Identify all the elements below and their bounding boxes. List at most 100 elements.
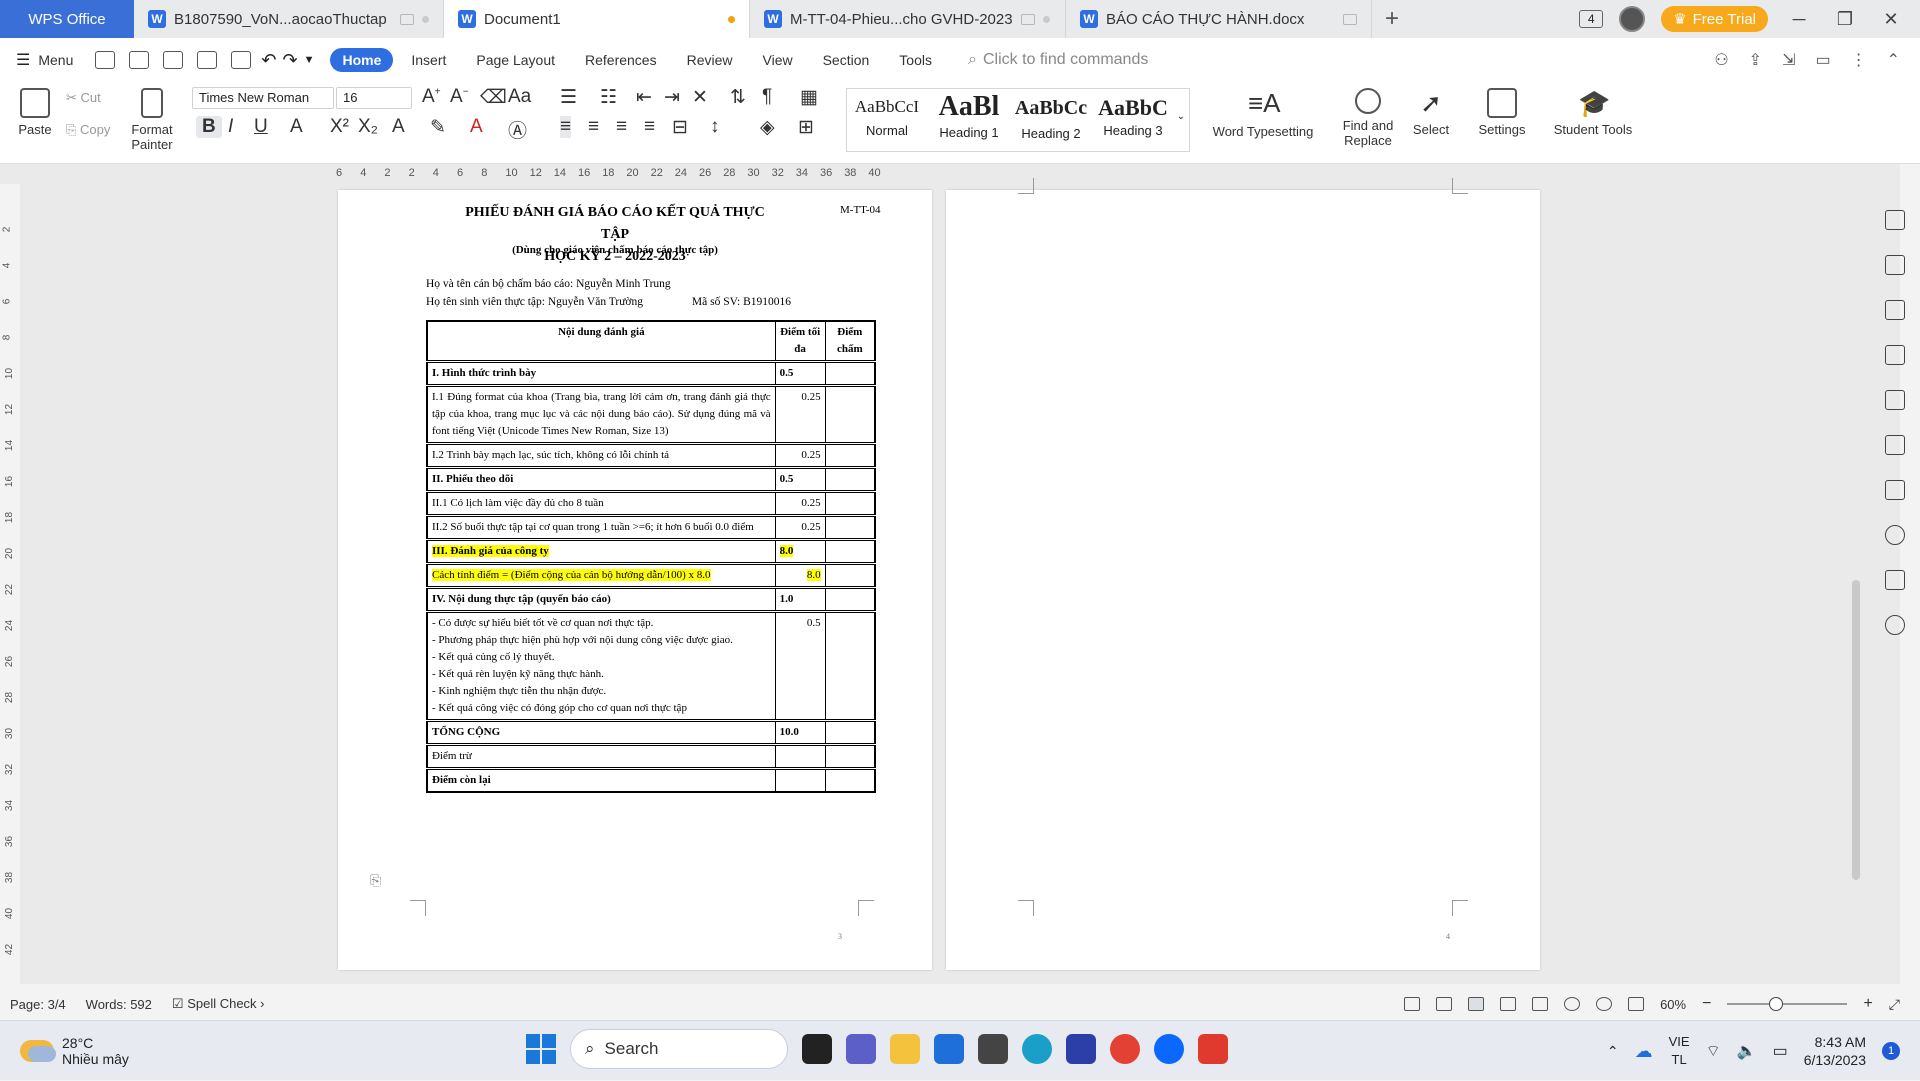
doc-tab-1[interactable]: W B1807590_VoN...aocaoThuctap bbox=[134, 0, 444, 38]
file-explorer-icon[interactable] bbox=[890, 1034, 920, 1064]
word-count[interactable]: Words: 592 bbox=[86, 997, 152, 1012]
char-border-icon[interactable]: Ⓐ bbox=[508, 116, 527, 143]
app-cube-icon[interactable] bbox=[978, 1034, 1008, 1064]
minimize-icon[interactable]: ─ bbox=[1784, 9, 1814, 30]
windows-start-icon[interactable] bbox=[526, 1034, 556, 1064]
tab-review[interactable]: Review bbox=[675, 48, 745, 72]
table-options-icon[interactable]: ⎘ bbox=[370, 874, 381, 890]
comment-icon[interactable]: ▭ bbox=[1815, 50, 1830, 70]
print-icon[interactable] bbox=[197, 51, 218, 69]
print-preview-icon[interactable] bbox=[231, 51, 252, 69]
superscript-icon[interactable]: X² bbox=[330, 116, 349, 138]
text-effect-icon[interactable]: A bbox=[392, 116, 405, 138]
chevron-up-icon[interactable]: ⌃ bbox=[1607, 1043, 1619, 1060]
tab-page-layout[interactable]: Page Layout bbox=[464, 48, 567, 72]
zoom-out-icon[interactable]: − bbox=[1702, 995, 1711, 1013]
math-app-icon[interactable] bbox=[1066, 1034, 1096, 1064]
notification-badge[interactable]: 1 bbox=[1882, 1042, 1900, 1060]
highlight-icon[interactable]: ✎ bbox=[430, 116, 446, 139]
layout-icon[interactable] bbox=[1404, 997, 1421, 1011]
shrink-font-icon[interactable]: A− bbox=[450, 86, 469, 108]
cut-button[interactable]: ✂ Cut bbox=[66, 90, 101, 106]
zoom-slider[interactable] bbox=[1727, 997, 1848, 1011]
clock[interactable]: 8:43 AM 6/13/2023 bbox=[1804, 1033, 1866, 1069]
numbering-icon[interactable]: ☷ bbox=[600, 86, 617, 109]
vertical-ruler[interactable]: 2 4 6 8 10 12 14 16 18 20 22 24 26 28 30 32 34 36 38 40 42 bbox=[0, 184, 20, 984]
student-tools-button[interactable]: 🎓 Student Tools bbox=[1548, 88, 1638, 137]
row-score[interactable] bbox=[824, 466, 876, 492]
chrome-icon[interactable] bbox=[1110, 1034, 1140, 1064]
deduct-score[interactable] bbox=[824, 743, 876, 769]
window-count-badge[interactable]: 4 bbox=[1579, 10, 1604, 28]
zoom-slider-knob[interactable] bbox=[1769, 997, 1784, 1011]
font-name-select[interactable]: Times New Roman bbox=[192, 87, 334, 109]
align-left-icon[interactable]: ≡ bbox=[560, 116, 572, 138]
sort-icon[interactable]: ⇅ bbox=[730, 86, 746, 109]
tab-references[interactable]: References bbox=[573, 48, 669, 72]
cursor-icon[interactable] bbox=[1885, 255, 1905, 275]
export-pdf-icon[interactable] bbox=[1436, 997, 1453, 1011]
change-case-icon[interactable]: Aa bbox=[508, 86, 531, 108]
paste-button[interactable]: Paste bbox=[10, 88, 60, 137]
style-normal[interactable]: AaBbCcI Normal bbox=[847, 89, 927, 151]
open-folder-icon[interactable] bbox=[95, 51, 116, 69]
select-button[interactable]: ➚ Select bbox=[1406, 88, 1456, 137]
history-icon[interactable] bbox=[1885, 525, 1905, 545]
italic-button[interactable]: I bbox=[228, 116, 233, 138]
menu-button[interactable]: Menu bbox=[36, 48, 85, 72]
microsoft-store-icon[interactable] bbox=[934, 1034, 964, 1064]
share-icon[interactable]: ⇪ bbox=[1749, 50, 1762, 70]
font-size-select[interactable]: 16 bbox=[336, 87, 412, 109]
line-spacing-icon[interactable]: ↕ bbox=[710, 116, 720, 138]
page-indicator[interactable]: Page: 3/4 bbox=[10, 997, 66, 1012]
decrease-indent-icon[interactable]: ⇤ bbox=[636, 86, 652, 109]
collapse-ribbon-icon[interactable]: ⌃ bbox=[1887, 50, 1900, 70]
undo-icon[interactable]: ↶ bbox=[261, 50, 276, 71]
volume-icon[interactable]: 🔈 bbox=[1737, 1041, 1757, 1061]
collaborate-icon[interactable]: ⚇ bbox=[1714, 50, 1728, 70]
wifi-icon[interactable]: ⌔ bbox=[1706, 1041, 1721, 1061]
format-painter-button[interactable]: Format Painter bbox=[124, 88, 180, 152]
vertical-scrollbar[interactable] bbox=[1850, 200, 1862, 980]
borders-icon[interactable]: ⊞ bbox=[798, 116, 814, 139]
row-score[interactable] bbox=[824, 586, 876, 612]
more-options-icon[interactable]: ⇲ bbox=[1782, 50, 1795, 70]
row-score[interactable] bbox=[824, 562, 876, 588]
grow-font-icon[interactable]: A+ bbox=[422, 86, 441, 108]
horizontal-ruler[interactable]: 6 4 2 2 4 6 8 10 12 14 16 18 20 22 24 26 28 30 32 34 36 38 40 bbox=[336, 164, 936, 184]
tab-home[interactable]: Home bbox=[330, 48, 394, 72]
export-icon[interactable] bbox=[163, 51, 184, 69]
onedrive-cloud-icon[interactable]: ☁ bbox=[1635, 1041, 1653, 1062]
document-page-4[interactable]: 4 bbox=[946, 178, 1540, 970]
restore-icon[interactable]: ❐ bbox=[1830, 9, 1860, 30]
row-score[interactable] bbox=[824, 538, 876, 564]
underline-button[interactable]: U bbox=[254, 116, 268, 138]
fullscreen-icon[interactable]: ⤢ bbox=[1889, 996, 1900, 1013]
remaining-score[interactable] bbox=[824, 767, 876, 793]
zoom-in-icon[interactable]: + bbox=[1863, 995, 1872, 1013]
chevron-down-icon[interactable]: ▼ bbox=[304, 54, 315, 66]
avatar[interactable] bbox=[1619, 6, 1646, 32]
list-icon[interactable] bbox=[1885, 570, 1905, 590]
document-page-3[interactable]: PHIẾU ĐÁNH GIÁ BÁO CÁO KẾT QUẢ THỰC TẬP … bbox=[338, 190, 932, 970]
kebab-menu-icon[interactable]: ⋮ bbox=[1851, 50, 1867, 70]
eraser-icon[interactable]: ⌫ bbox=[480, 86, 507, 109]
word-typesetting-button[interactable]: ≡A Word Typesetting bbox=[1206, 88, 1320, 139]
row-score[interactable] bbox=[824, 610, 876, 721]
hamburger-icon[interactable]: ☰ bbox=[16, 50, 30, 70]
zoom-level[interactable]: 60% bbox=[1660, 997, 1686, 1012]
taskbar-search[interactable]: ⌕ Search bbox=[570, 1029, 788, 1069]
align-center-icon[interactable]: ≡ bbox=[588, 116, 599, 138]
pen-icon[interactable] bbox=[1885, 210, 1905, 230]
tab-view[interactable]: View bbox=[751, 48, 805, 72]
code-icon[interactable] bbox=[1885, 435, 1905, 455]
battery-icon[interactable]: ▭ bbox=[1773, 1041, 1788, 1061]
bold-button[interactable]: B bbox=[196, 116, 222, 138]
justify-icon[interactable]: ≡ bbox=[644, 116, 655, 138]
doc-tab-3[interactable]: W M-TT-04-Phieu...cho GVHD-2023 bbox=[750, 0, 1066, 38]
zalo-icon[interactable] bbox=[1154, 1034, 1184, 1064]
sliders-icon[interactable] bbox=[1885, 480, 1905, 500]
total-score[interactable] bbox=[824, 719, 876, 745]
weather-widget[interactable]: 28°C Nhiều mây bbox=[20, 1035, 129, 1067]
redo-icon[interactable]: ↷ bbox=[282, 50, 297, 71]
